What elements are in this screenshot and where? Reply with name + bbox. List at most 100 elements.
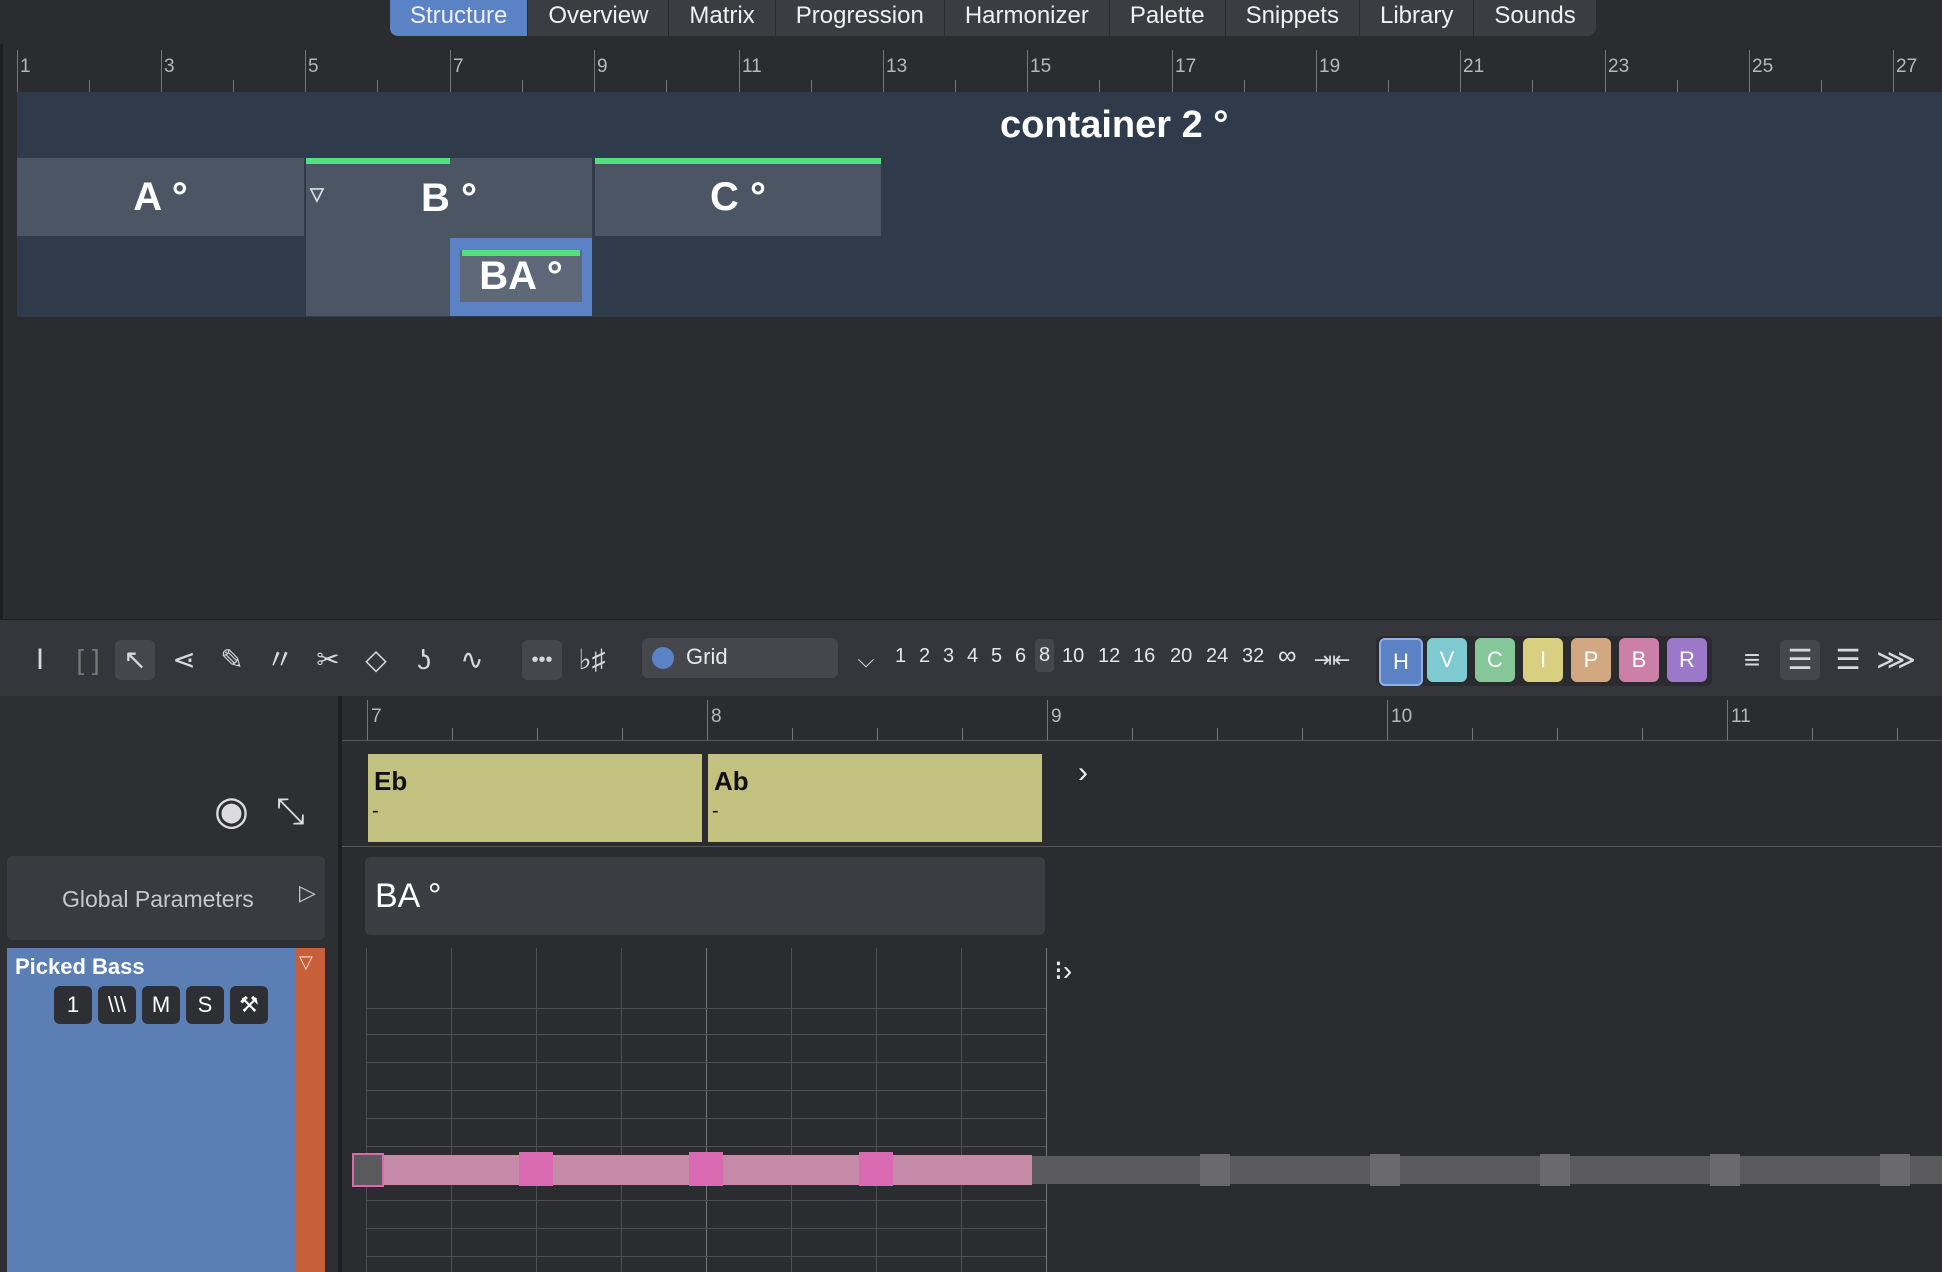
wrench-icon[interactable]: ⚒ (230, 986, 268, 1024)
ruler-label: 15 (1030, 56, 1052, 77)
pattern-step[interactable] (859, 1152, 893, 1186)
ruler-label: 10 (1391, 706, 1413, 727)
text-cursor-icon[interactable]: Ⅰ (20, 640, 60, 680)
grid-value[interactable]: 3 (943, 645, 954, 668)
toggle-v[interactable]: V (1427, 638, 1467, 682)
pattern-step[interactable] (519, 1152, 553, 1186)
chord-eb[interactable]: Eb - (368, 754, 702, 842)
pattern-start-handle[interactable] (352, 1153, 384, 1187)
ear-icon[interactable]: ʖ (404, 640, 444, 680)
grid-value[interactable]: 1 (895, 645, 906, 668)
tab-library[interactable]: Library (1360, 0, 1475, 36)
toggle-c[interactable]: C (1475, 638, 1515, 682)
tab-snippets[interactable]: Snippets (1226, 0, 1360, 36)
grid-value[interactable]: 32 (1242, 645, 1264, 668)
more-dots-icon[interactable]: ••• (522, 640, 562, 680)
collapse-icon[interactable]: ⇥⇤ (1312, 640, 1352, 680)
chevron-right-icon[interactable]: ▷ (299, 880, 316, 906)
pattern-step (1200, 1154, 1230, 1186)
toggle-i[interactable]: I (1523, 638, 1563, 682)
grid-value-infinite[interactable]: ∞ (1278, 640, 1297, 671)
container-2-label[interactable]: container 2 ° (1000, 104, 1228, 147)
align-left-icon[interactable]: ≡ (1732, 640, 1772, 680)
chord-detail: - (372, 800, 379, 822)
bracket-select-icon[interactable]: [ ] (68, 640, 108, 680)
part-b-marker (306, 158, 450, 164)
loop-end-icon[interactable]: ⁝› (1054, 954, 1072, 987)
part-ba[interactable]: BA ° (450, 238, 592, 316)
lane-divider (342, 846, 1942, 847)
part-a[interactable]: A ° (17, 158, 304, 236)
tab-palette[interactable]: Palette (1110, 0, 1226, 36)
pattern-step (1880, 1154, 1910, 1186)
tab-harmonizer[interactable]: Harmonizer (945, 0, 1110, 36)
track-solo-button[interactable]: S (186, 986, 224, 1024)
global-parameters-panel[interactable]: Global Parameters ▷ (7, 856, 325, 940)
grid-value[interactable]: 16 (1133, 645, 1155, 668)
grid-value[interactable]: 12 (1098, 645, 1120, 668)
ruler-label: 19 (1319, 56, 1341, 77)
brush-icon[interactable]: 〃 (260, 640, 300, 680)
panel-divider (338, 696, 342, 1272)
ruler-label: 1 (20, 56, 31, 77)
grid-value[interactable]: 2 (919, 645, 930, 668)
chord-name: Ab (714, 766, 749, 796)
ruler-label: 23 (1608, 56, 1630, 77)
part-c[interactable]: C ° (595, 158, 881, 236)
grid-value[interactable]: 20 (1170, 645, 1192, 668)
ruler-label: 8 (711, 706, 722, 727)
part-c-marker (595, 158, 881, 164)
part-a-label: A ° (133, 175, 188, 219)
tab-matrix[interactable]: Matrix (669, 0, 776, 36)
toggle-p[interactable]: P (1571, 638, 1611, 682)
editor-ruler[interactable]: 7 8 9 10 11 (342, 700, 1942, 741)
part-label-lane[interactable]: BA ° (365, 857, 1045, 935)
grid-color-dot (652, 647, 674, 669)
grid-value[interactable]: 10 (1062, 645, 1084, 668)
part-c-label: C ° (710, 175, 766, 219)
grid-value[interactable]: 4 (967, 645, 978, 668)
ruler-label: 9 (597, 56, 608, 77)
pattern-step[interactable] (689, 1152, 723, 1186)
pattern-step (1370, 1154, 1400, 1186)
tab-structure[interactable]: Structure (390, 0, 529, 36)
track-mute-button[interactable]: M (142, 986, 180, 1024)
ruler-label: 21 (1463, 56, 1485, 77)
eraser-icon[interactable]: ◇ (356, 640, 396, 680)
chord-name: Eb (374, 766, 408, 796)
view-tabs: Structure Overview Matrix Progression Ha… (390, 0, 1596, 36)
toggle-r[interactable]: R (1667, 638, 1707, 682)
chevron-down-icon[interactable]: ▽ (299, 952, 313, 973)
track-channel-button[interactable]: 1 (54, 986, 92, 1024)
ruler-label: 11 (742, 56, 762, 77)
ruler-label: 13 (886, 56, 908, 77)
pencil-icon[interactable]: ✎ (212, 640, 252, 680)
grid-value[interactable]: 24 (1206, 645, 1228, 668)
grid-value[interactable]: 6 (1015, 645, 1026, 668)
tab-overview[interactable]: Overview (528, 0, 670, 36)
toggle-h[interactable]: H (1379, 638, 1423, 686)
pointer-icon[interactable]: ↖ (115, 640, 155, 680)
list-strike-icon[interactable]: ⋙ (1876, 640, 1916, 680)
pattern-bar-outside (1032, 1156, 1942, 1184)
tab-progression[interactable]: Progression (776, 0, 945, 36)
accidentals-icon[interactable]: ♭♯ (572, 640, 612, 680)
eye-icon[interactable]: ◉ (214, 788, 249, 834)
chevron-right-icon[interactable]: › (1078, 756, 1088, 790)
tab-sounds[interactable]: Sounds (1474, 0, 1595, 36)
grid-selector[interactable]: Grid (642, 638, 838, 678)
structure-ruler[interactable]: 1 3 5 7 9 11 13 15 17 19 21 23 25 27 (17, 50, 1942, 93)
grid-value-selected[interactable]: 8 (1035, 639, 1055, 672)
grid-dropdown-icon[interactable]: ⌵ (846, 640, 886, 680)
track-pattern-button[interactable]: \\\ (98, 986, 136, 1024)
share-icon[interactable]: ⋖ (164, 640, 204, 680)
indent-icon[interactable]: ☰ (1780, 640, 1820, 680)
toggle-b[interactable]: B (1619, 638, 1659, 682)
chord-ab[interactable]: Ab - (708, 754, 1042, 842)
curve-icon[interactable]: ∿ (452, 640, 492, 680)
grid-value[interactable]: 5 (991, 645, 1002, 668)
ruler-label: 9 (1051, 706, 1062, 727)
scissors-icon[interactable]: ✂ (308, 640, 348, 680)
expand-icon[interactable]: ⤡ (276, 790, 305, 833)
list-icon[interactable]: ☰ (1828, 640, 1868, 680)
